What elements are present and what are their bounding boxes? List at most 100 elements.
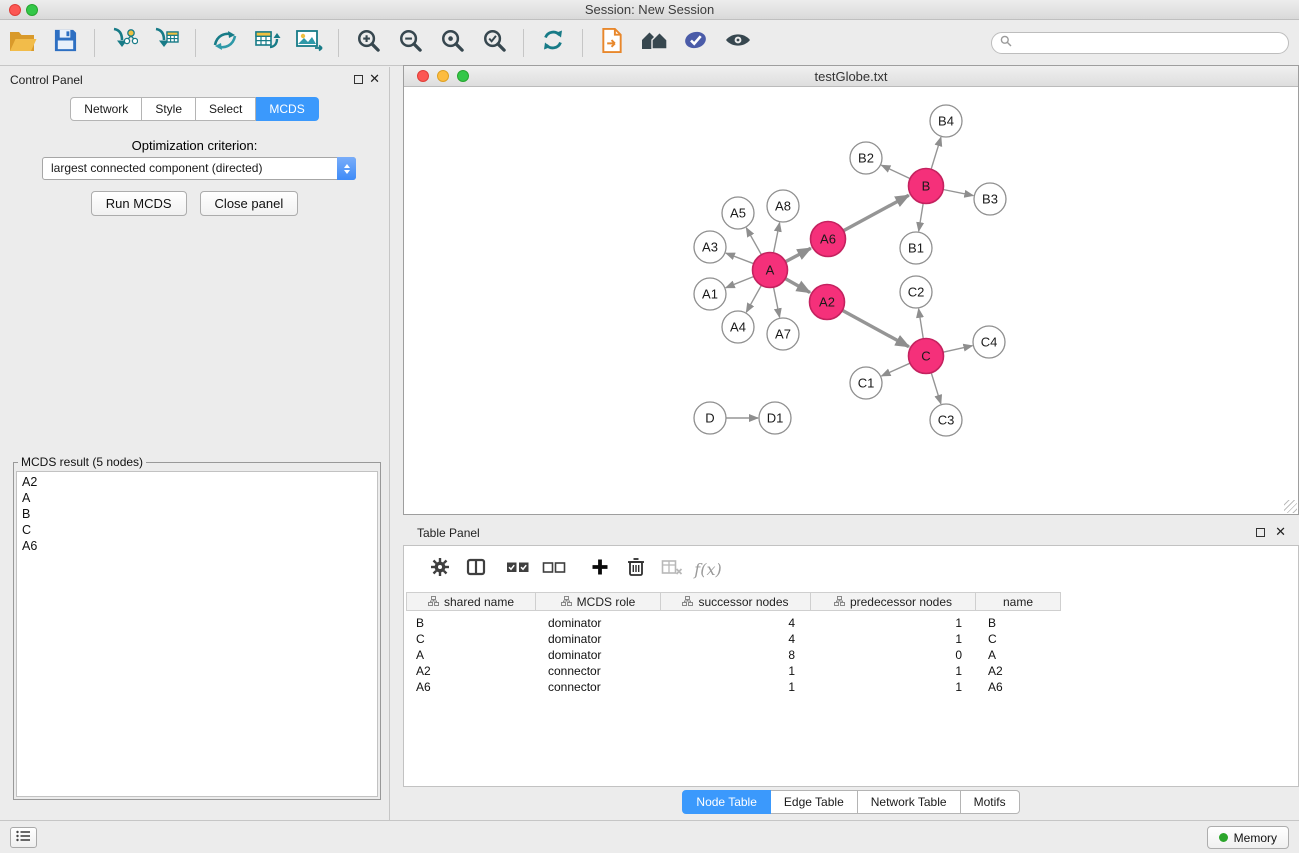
close-panel-icon[interactable]: ✕: [369, 71, 380, 87]
minimize-network-button[interactable]: [437, 70, 449, 82]
network-canvas[interactable]: AA1A2A3A4A5A6A7A8BB1B2B3B4CC1C2C3C4DD1: [404, 88, 1298, 514]
table-row[interactable]: Cdominator41C: [406, 631, 1298, 647]
table-cell[interactable]: A2: [976, 663, 1061, 679]
table-row[interactable]: Bdominator41B: [406, 615, 1298, 631]
table-cell[interactable]: 1: [661, 663, 811, 679]
unselect-all-button[interactable]: [536, 552, 572, 586]
function-builder-button[interactable]: f(x): [690, 552, 726, 586]
graph-node-B2[interactable]: B2: [850, 142, 882, 174]
table-cell[interactable]: connector: [536, 663, 661, 679]
zoom-out-button[interactable]: [389, 24, 431, 62]
close-network-button[interactable]: [417, 70, 429, 82]
graph-node-A8[interactable]: A8: [767, 190, 799, 222]
graph-edge-C-C1[interactable]: [882, 363, 911, 376]
table-cell[interactable]: A: [976, 647, 1061, 663]
graph-edge-B-B4[interactable]: [931, 137, 941, 169]
graph-edge-A-A5[interactable]: [746, 228, 761, 255]
table-cell[interactable]: connector: [536, 679, 661, 695]
graph-node-C2[interactable]: C2: [900, 276, 932, 308]
import-network-button[interactable]: [103, 24, 145, 62]
delete-column-button[interactable]: [654, 552, 690, 586]
search-input[interactable]: [1017, 36, 1280, 50]
tab-node-table[interactable]: Node Table: [682, 790, 771, 814]
zoom-window-button[interactable]: [26, 4, 38, 16]
zoom-selected-button[interactable]: [473, 24, 515, 62]
table-row[interactable]: Adominator80A: [406, 647, 1298, 663]
table-row[interactable]: A6connector11A6: [406, 679, 1298, 695]
table-cell[interactable]: 4: [661, 631, 811, 647]
graph-node-A4[interactable]: A4: [722, 311, 754, 343]
tab-edge-table[interactable]: Edge Table: [771, 790, 858, 814]
graph-edge-A-A8[interactable]: [774, 223, 780, 253]
graph-node-D1[interactable]: D1: [759, 402, 791, 434]
graph-edge-B-B3[interactable]: [943, 190, 973, 196]
new-network-button[interactable]: [204, 24, 246, 62]
mcds-result-item[interactable]: A2: [22, 474, 377, 490]
graph-node-C4[interactable]: C4: [973, 326, 1005, 358]
mcds-result-item[interactable]: B: [22, 506, 377, 522]
tab-mcds[interactable]: MCDS: [256, 97, 318, 121]
table-row[interactable]: A2connector11A2: [406, 663, 1298, 679]
table-cell[interactable]: 1: [811, 631, 976, 647]
open-session-button[interactable]: [2, 24, 44, 62]
table-cell[interactable]: 1: [661, 679, 811, 695]
table-cell[interactable]: B: [976, 615, 1061, 631]
table-cell[interactable]: A2: [406, 663, 536, 679]
graph-edge-A-A4[interactable]: [746, 285, 761, 312]
save-session-button[interactable]: [44, 24, 86, 62]
show-hide-button[interactable]: [717, 24, 759, 62]
home-button[interactable]: [633, 24, 675, 62]
close-panel-button[interactable]: Close panel: [200, 191, 299, 216]
table-cell[interactable]: B: [406, 615, 536, 631]
network-window-titlebar[interactable]: testGlobe.txt: [404, 66, 1298, 87]
refresh-view-button[interactable]: [532, 24, 574, 62]
table-cell[interactable]: 1: [811, 679, 976, 695]
zoom-in-button[interactable]: [347, 24, 389, 62]
table-cell[interactable]: C: [406, 631, 536, 647]
graph-edge-A-A3[interactable]: [726, 253, 754, 264]
table-cell[interactable]: A6: [406, 679, 536, 695]
tab-network[interactable]: Network: [70, 97, 142, 121]
graph-node-A6[interactable]: A6: [811, 222, 846, 257]
graph-edge-A-A1[interactable]: [726, 277, 754, 288]
add-row-button[interactable]: [582, 552, 618, 586]
optimization-criterion-select[interactable]: largest connected component (directed): [42, 157, 356, 180]
graphics-details-button[interactable]: [675, 24, 717, 62]
graph-node-B3[interactable]: B3: [974, 183, 1006, 215]
table-cell[interactable]: 0: [811, 647, 976, 663]
graph-edge-C-C2[interactable]: [919, 309, 924, 339]
graph-node-B4[interactable]: B4: [930, 105, 962, 137]
close-table-panel-icon[interactable]: ✕: [1275, 524, 1286, 540]
tab-select[interactable]: Select: [196, 97, 256, 121]
tab-network-table[interactable]: Network Table: [858, 790, 961, 814]
column-header-name[interactable]: name: [976, 592, 1061, 611]
float-panel-icon[interactable]: [354, 75, 363, 84]
mcds-result-item[interactable]: A6: [22, 538, 377, 554]
close-window-button[interactable]: [9, 4, 21, 16]
table-cell[interactable]: C: [976, 631, 1061, 647]
graph-node-C[interactable]: C: [909, 339, 944, 374]
graph-edge-C-C4[interactable]: [943, 346, 972, 353]
table-cell[interactable]: dominator: [536, 615, 661, 631]
export-file-button[interactable]: [591, 24, 633, 62]
delete-row-button[interactable]: [618, 552, 654, 586]
column-header-mcds-role[interactable]: MCDS role: [536, 592, 661, 611]
mcds-result-list[interactable]: A2ABCA6: [16, 471, 378, 797]
zoom-network-button[interactable]: [457, 70, 469, 82]
float-table-panel-icon[interactable]: [1256, 528, 1265, 537]
mcds-result-item[interactable]: C: [22, 522, 377, 538]
graph-edge-A-A2[interactable]: [785, 279, 810, 293]
graph-edge-A6-B[interactable]: [843, 195, 908, 230]
select-all-button[interactable]: [500, 552, 536, 586]
show-columns-button[interactable]: [458, 552, 494, 586]
import-table-button[interactable]: [145, 24, 187, 62]
graph-node-C3[interactable]: C3: [930, 404, 962, 436]
graph-edge-C-C3[interactable]: [931, 373, 941, 404]
memory-button[interactable]: Memory: [1207, 826, 1289, 849]
table-cell[interactable]: 1: [811, 615, 976, 631]
table-cell[interactable]: 4: [661, 615, 811, 631]
tab-motifs[interactable]: Motifs: [961, 790, 1020, 814]
graph-node-A2[interactable]: A2: [810, 285, 845, 320]
graph-node-D[interactable]: D: [694, 402, 726, 434]
graph-node-A[interactable]: A: [753, 253, 788, 288]
